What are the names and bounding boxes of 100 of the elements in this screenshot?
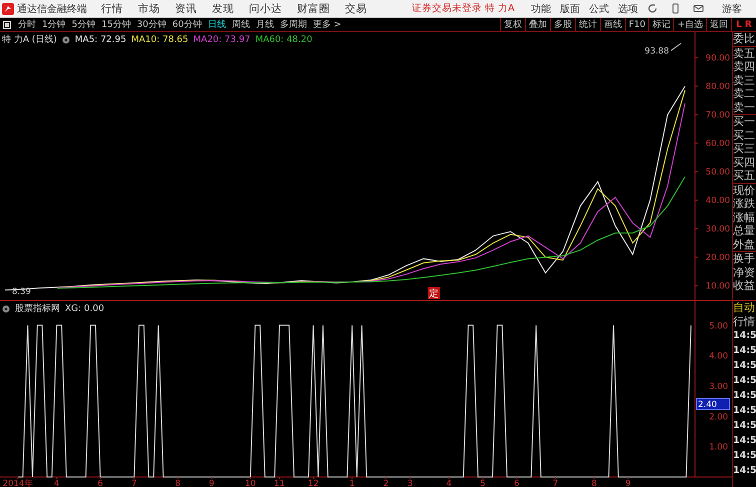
axis-label: 2.00 xyxy=(709,412,728,422)
menu-item[interactable]: 行情 xyxy=(101,2,123,16)
tick-time: 14:5 xyxy=(733,329,756,343)
message-icon[interactable] xyxy=(693,3,704,14)
axis-label: 10.00 xyxy=(706,282,730,292)
tick-time: 14:5 xyxy=(733,464,756,478)
toolbar-button[interactable]: 统计 xyxy=(574,18,600,31)
corner-label[interactable]: L xyxy=(736,20,742,30)
date-label: 7 xyxy=(552,479,558,487)
quote-label: 买二 xyxy=(733,128,756,142)
date-label: 2014年 xyxy=(2,479,34,487)
period-tab[interactable]: 分时 xyxy=(15,18,39,31)
chart-title: 特 力A (日线) xyxy=(2,34,57,46)
menu-item[interactable]: 公式 xyxy=(589,2,609,16)
phone-icon[interactable] xyxy=(670,3,681,14)
quote-label: 涨跌 xyxy=(733,197,756,210)
toolbar-button[interactable]: 复权 xyxy=(500,18,525,31)
quote-label: 买三 xyxy=(733,142,756,156)
date-label: 6 xyxy=(514,479,520,487)
menu-item[interactable]: 交易 xyxy=(345,2,367,16)
date-label: 8 xyxy=(175,479,180,487)
panel-toggle-icon[interactable] xyxy=(3,20,11,28)
quote-label: 换手 xyxy=(733,252,756,266)
date-label: 2 xyxy=(383,479,389,487)
tick-time: 14:5 xyxy=(733,434,756,448)
period-tab[interactable]: 60分钟 xyxy=(169,18,205,31)
quote-label: 买五 xyxy=(733,169,756,182)
menu-item[interactable]: 发现 xyxy=(212,2,234,16)
quote-label: 卖三 xyxy=(733,74,756,87)
period-tab[interactable]: 日线 xyxy=(204,18,229,31)
date-label: 3 xyxy=(407,479,413,487)
axis-label: 60.00 xyxy=(706,139,730,150)
quote-label: 卖五 xyxy=(733,46,756,60)
toolbar-button[interactable]: 返回 xyxy=(706,18,731,31)
settings-icon[interactable] xyxy=(62,36,70,44)
period-tab[interactable]: 5分钟 xyxy=(68,18,98,31)
menu-item[interactable]: 市场 xyxy=(138,2,160,16)
date-label: 4 xyxy=(54,479,60,487)
period-tab[interactable]: 多周期 xyxy=(276,18,310,31)
menu-item[interactable]: 财富圈 xyxy=(297,2,330,16)
settings-icon[interactable] xyxy=(2,304,10,312)
date-label: 11 xyxy=(274,479,285,487)
axis-label: 90.00 xyxy=(706,54,730,64)
legend-item: MA5: 72.95 xyxy=(74,34,126,44)
axis-label: 20.00 xyxy=(706,253,730,264)
axis-label: 40.00 xyxy=(706,196,730,206)
date-label: 4 xyxy=(446,479,452,487)
toolbar-button[interactable]: 画线 xyxy=(600,18,625,31)
mode-label[interactable]: 自动 xyxy=(733,301,756,314)
legend-item: MA10: 78.65 xyxy=(131,34,188,44)
cursor-value: 2.40 xyxy=(696,398,730,410)
indicator-value: XG: 0.00 xyxy=(65,304,104,314)
refresh-icon[interactable] xyxy=(647,3,658,14)
menu-item[interactable]: 资讯 xyxy=(175,2,197,16)
quote-label: 外盘 xyxy=(733,238,756,251)
app-title: 通达信金融终端 xyxy=(17,2,87,16)
menu-item[interactable]: 功能 xyxy=(531,2,551,16)
date-label: 7 xyxy=(132,479,137,487)
period-tab[interactable]: 月线 xyxy=(252,18,277,31)
toolbar-button[interactable]: 叠加 xyxy=(524,18,550,31)
axis-label: 80.00 xyxy=(706,82,730,92)
user-label[interactable]: 游客 xyxy=(722,2,742,16)
login-notice: 证券交易未登录 特 力A xyxy=(412,2,515,15)
price-label: 8.39 xyxy=(12,287,31,297)
axis-label: 30.00 xyxy=(706,224,730,235)
date-label: 6 xyxy=(98,479,104,487)
legend-item: MA60: 48.20 xyxy=(255,34,312,44)
tick-time: 14:5 xyxy=(733,449,756,463)
quote-label: 卖一 xyxy=(733,100,756,114)
toolbar-button[interactable]: F10 xyxy=(624,18,648,31)
period-tab[interactable]: 更多 > xyxy=(310,18,344,31)
tick-time: 14:5 xyxy=(733,374,756,388)
axis-label: 70.00 xyxy=(706,110,730,121)
legend-item: MA20: 73.97 xyxy=(193,34,250,44)
period-tab[interactable]: 30分钟 xyxy=(134,18,170,31)
menu-item[interactable]: 选项 xyxy=(618,2,638,16)
tick-time: 14:5 xyxy=(733,419,756,433)
indicator-title: 股票指标网 xyxy=(15,302,60,315)
period-tab[interactable]: 周线 xyxy=(228,18,253,31)
tick-time: 14:5 xyxy=(733,359,756,373)
quote-label: 收益 xyxy=(733,279,756,292)
period-tab[interactable]: 1分钟 xyxy=(39,18,69,31)
quote-label: 现价 xyxy=(733,184,756,197)
axis-label: 1.00 xyxy=(709,442,728,453)
date-label: 8 xyxy=(591,479,597,487)
toolbar-button[interactable]: +自选 xyxy=(673,18,706,31)
price-label: 93.88 xyxy=(644,42,682,57)
menu-item[interactable]: 版面 xyxy=(560,2,580,16)
annotation: 93.88 xyxy=(644,46,669,57)
corner-label[interactable]: R xyxy=(744,20,752,30)
tick-time: 14:5 xyxy=(733,389,756,403)
date-label: 5 xyxy=(480,479,486,487)
menu-item[interactable]: 问小达 xyxy=(249,2,282,16)
quote-label: 总量 xyxy=(733,224,756,238)
quote-label: 净资 xyxy=(733,266,756,279)
toolbar-button[interactable]: 多股 xyxy=(550,18,575,31)
quote-label: 卖四 xyxy=(733,60,756,74)
toolbar-button[interactable]: 标记 xyxy=(648,18,674,31)
tick-time: 14:5 xyxy=(733,344,756,358)
period-tab[interactable]: 15分钟 xyxy=(98,18,134,31)
